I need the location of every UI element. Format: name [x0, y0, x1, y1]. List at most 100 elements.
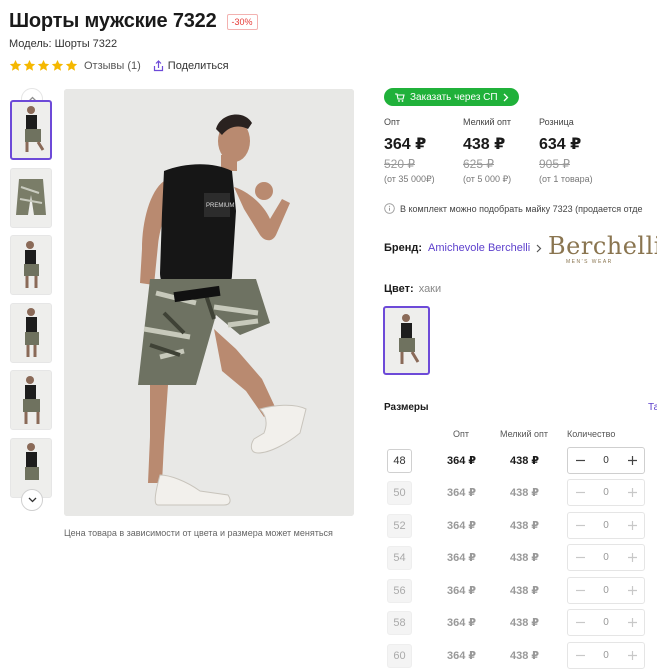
- quantity-value[interactable]: 0: [603, 617, 609, 628]
- column-header-opt: Опт: [453, 429, 469, 439]
- price-current: 438 ₽: [463, 136, 506, 153]
- star-icon: [51, 59, 64, 71]
- thumbnail-1[interactable]: [10, 100, 52, 160]
- decrease-button[interactable]: [574, 520, 586, 532]
- chevron-right-icon: [503, 93, 509, 101]
- thumbnail-4[interactable]: [10, 303, 52, 363]
- size-price-small-opt: 438 ₽: [510, 552, 540, 564]
- quantity-value[interactable]: 0: [603, 455, 609, 466]
- reviews-link[interactable]: Отзывы (1): [84, 60, 141, 72]
- price-column-opt: Опт 364 ₽ 520 ₽ (от 35 000₽): [384, 117, 435, 185]
- main-product-photo[interactable]: PREMIUM: [64, 89, 354, 516]
- info-text: В комплект можно подобрать майку 7323 (п…: [400, 203, 643, 214]
- minus-icon: [575, 459, 585, 462]
- discount-badge: -30%: [226, 13, 258, 30]
- minus-icon: [575, 621, 585, 624]
- minus-icon: [575, 491, 585, 494]
- column-header-quantity: Количество: [567, 429, 616, 439]
- thumbnails-down-button[interactable]: [21, 489, 43, 511]
- quantity-value[interactable]: 0: [603, 552, 609, 563]
- price-note: Цена товара в зависимости от цвета и раз…: [64, 528, 333, 538]
- size-option[interactable]: 54: [387, 546, 412, 570]
- brand-logo-subtext: MEN'S WEAR: [566, 259, 613, 265]
- model-photo-icon: [399, 314, 420, 364]
- size-price-opt: 364 ₽: [447, 585, 477, 597]
- chevron-right-icon: [536, 244, 542, 252]
- thumbnail-column: [10, 88, 54, 512]
- minus-icon: [575, 556, 585, 559]
- quantity-stepper[interactable]: 0: [567, 609, 645, 636]
- size-row: 56 364 ₽ 438 ₽ 0: [384, 577, 657, 607]
- model-photo-icon: [24, 241, 39, 288]
- price-condition: (от 5 000 ₽): [463, 174, 512, 184]
- plus-icon: [627, 488, 637, 497]
- thumbnail-2[interactable]: [10, 168, 52, 228]
- size-option[interactable]: 50: [387, 481, 412, 505]
- share-button[interactable]: Поделиться: [153, 60, 229, 72]
- increase-button[interactable]: [626, 650, 638, 662]
- decrease-button[interactable]: [574, 552, 586, 564]
- brand-logo[interactable]: Berchelli: [548, 232, 657, 260]
- quantity-stepper[interactable]: 0: [567, 642, 645, 669]
- size-price-small-opt: 438 ₽: [510, 585, 540, 597]
- size-price-small-opt: 438 ₽: [510, 487, 540, 499]
- size-row: 54 364 ₽ 438 ₽ 0: [384, 544, 657, 574]
- increase-button[interactable]: [626, 487, 638, 499]
- quantity-stepper[interactable]: 0: [567, 577, 645, 604]
- quantity-value[interactable]: 0: [603, 487, 609, 498]
- chevron-down-icon: [28, 497, 36, 503]
- size-option[interactable]: 58: [387, 611, 412, 635]
- decrease-button[interactable]: [574, 650, 586, 662]
- quantity-stepper[interactable]: 0: [567, 447, 645, 474]
- decrease-button[interactable]: [574, 617, 586, 629]
- size-option[interactable]: 48: [387, 449, 412, 473]
- brand-link[interactable]: Amichevole Berchelli: [428, 242, 530, 254]
- plus-icon: [627, 618, 637, 627]
- size-row: 52 364 ₽ 438 ₽ 0: [384, 512, 657, 542]
- price-old: 625 ₽: [463, 157, 494, 171]
- increase-button[interactable]: [626, 552, 638, 564]
- model-photo-icon: [23, 376, 40, 424]
- price-heading: Опт: [384, 117, 400, 127]
- quantity-stepper[interactable]: 0: [567, 479, 645, 506]
- quantity-value[interactable]: 0: [603, 650, 609, 661]
- price-heading: Мелкий опт: [463, 117, 512, 127]
- thumbnail-3[interactable]: [10, 235, 52, 295]
- price-old: 905 ₽: [539, 157, 570, 171]
- quantity-value[interactable]: 0: [603, 520, 609, 531]
- quantity-stepper[interactable]: 0: [567, 512, 645, 539]
- increase-button[interactable]: [626, 455, 638, 467]
- increase-button[interactable]: [626, 520, 638, 532]
- size-option[interactable]: 60: [387, 644, 412, 668]
- order-via-sp-button[interactable]: Заказать через СП: [384, 88, 519, 106]
- quantity-stepper[interactable]: 0: [567, 544, 645, 571]
- share-label: Поделиться: [167, 59, 229, 72]
- decrease-button[interactable]: [574, 487, 586, 499]
- price-old: 520 ₽: [384, 157, 415, 171]
- size-price-small-opt: 438 ₽: [510, 455, 540, 467]
- size-option[interactable]: 56: [387, 579, 412, 603]
- color-swatch-khaki[interactable]: [383, 306, 430, 375]
- info-line: В комплект можно подобрать майку 7323 (п…: [384, 203, 643, 214]
- info-icon: [384, 203, 395, 214]
- price-column-retail: Розница 634 ₽ 905 ₽ (от 1 товара): [539, 117, 593, 184]
- minus-icon: [575, 654, 585, 657]
- quantity-value[interactable]: 0: [603, 585, 609, 596]
- rating-row: Отзывы (1) Поделиться: [9, 59, 229, 72]
- product-title: Шорты мужские 7322: [9, 10, 217, 32]
- size-row: 50 364 ₽ 438 ₽ 0: [384, 479, 657, 509]
- plus-icon: [627, 651, 637, 660]
- increase-button[interactable]: [626, 585, 638, 597]
- plus-icon: [627, 521, 637, 530]
- decrease-button[interactable]: [574, 455, 586, 467]
- thumbnail-5[interactable]: [10, 370, 52, 430]
- size-table-link[interactable]: Та: [648, 402, 657, 413]
- size-option[interactable]: 52: [387, 514, 412, 538]
- decrease-button[interactable]: [574, 585, 586, 597]
- plus-icon: [627, 456, 637, 465]
- minus-icon: [575, 589, 585, 592]
- brand-label: Бренд:: [384, 242, 423, 254]
- star-icon: [37, 59, 50, 71]
- size-price-opt: 364 ₽: [447, 455, 477, 467]
- increase-button[interactable]: [626, 617, 638, 629]
